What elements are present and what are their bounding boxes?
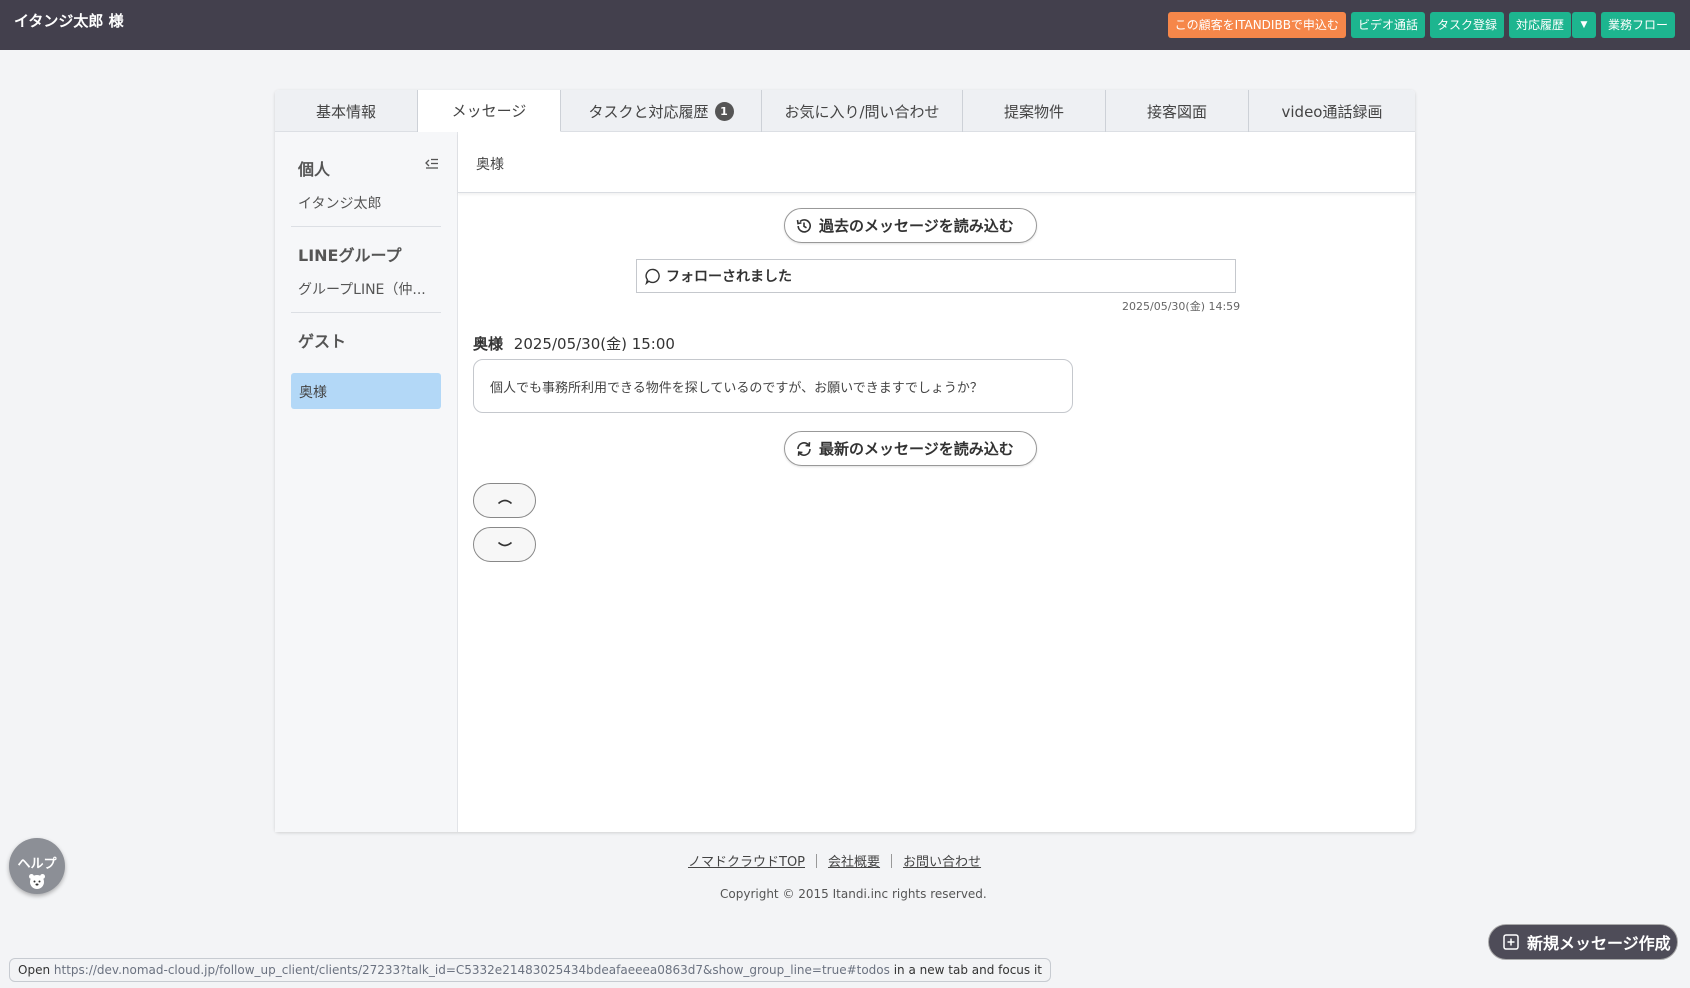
task-register-button[interactable]: タスク登録 [1429, 12, 1504, 38]
message-sender: 奥様 [473, 335, 504, 353]
history-button[interactable]: 対応履歴 [1508, 12, 1571, 38]
guest-heading: ゲスト [298, 332, 347, 351]
tab-label: タスクと対応履歴 [588, 102, 709, 121]
history-icon [796, 218, 811, 233]
help-button[interactable]: ヘルプ [9, 838, 65, 894]
scroll-up-button[interactable] [473, 483, 536, 518]
video-call-button[interactable]: ビデオ通話 [1350, 12, 1425, 38]
history-split-button: 対応履歴 ▼ [1508, 12, 1596, 38]
footer-links: ノマドクラウドTOP 会社概要 お問い合わせ [688, 851, 981, 870]
customer-card: 基本情報 メッセージ タスクと対応履歴 1 お気に入り/問い合わせ 提案物件 接客… [275, 90, 1415, 832]
message-text: 個人でも事務所利用できる物件を探しているのですが、お願いできますでしょうか？ [490, 381, 983, 396]
message-timestamp: 2025/05/30(金) 15:00 [513, 335, 675, 353]
footer-link-nomad-top[interactable]: ノマドクラウドTOP [688, 851, 805, 870]
status-prefix: Open [18, 963, 51, 977]
tab-bar: 基本情報 メッセージ タスクと対応履歴 1 お気に入り/問い合わせ 提案物件 接客… [275, 90, 1415, 132]
chat-bubble-icon [645, 268, 660, 285]
chevron-up-icon [497, 499, 512, 504]
footer-link-company[interactable]: 会社概要 [828, 851, 880, 870]
chevron-down-icon [497, 541, 512, 546]
customer-name: イタンジ太郎 様 [14, 12, 124, 30]
tab-messages[interactable]: メッセージ [418, 90, 561, 132]
caret-down-icon: ▼ [1580, 20, 1588, 30]
workflow-button[interactable]: 業務フロー [1600, 12, 1675, 38]
tab-label: 基本情報 [315, 102, 376, 121]
personal-heading: 個人 [298, 160, 331, 179]
follow-event: フォローされました [636, 259, 1236, 293]
status-url: https://dev.nomad-cloud.jp/follow_up_cli… [53, 963, 890, 977]
scroll-down-button[interactable] [473, 527, 536, 562]
tab-label: 提案物件 [1003, 102, 1064, 121]
message-meta: 奥様 2025/05/30(金) 15:00 [473, 333, 675, 354]
footer-link-contact[interactable]: お問い合わせ [903, 851, 981, 870]
help-label: ヘルプ [17, 857, 57, 872]
conversation-header: 奥様 [458, 132, 1415, 193]
tab-proposed-properties[interactable]: 提案物件 [963, 90, 1106, 132]
footer-separator [816, 853, 818, 868]
follow-event-text: フォローされました [666, 269, 792, 285]
new-message-label: 新規メッセージ作成 [1527, 936, 1671, 953]
tab-video-recordings[interactable]: video通話録画 [1249, 90, 1415, 132]
follow-event-timestamp: 2025/05/30(金) 14:59 [1122, 300, 1241, 313]
conversation-title: 奥様 [476, 157, 504, 173]
add-square-icon [1503, 934, 1519, 950]
footer-separator [891, 853, 893, 868]
line-group-heading: LINEグループ [298, 246, 402, 265]
sidebar-item-line-group[interactable]: グループLINE（仲... [298, 279, 433, 299]
load-older-label: 過去のメッセージを読み込む [819, 218, 1014, 235]
load-newer-messages-button[interactable]: 最新のメッセージを読み込む [784, 431, 1037, 466]
copyright: Copyright © 2015 Itandi.inc rights reser… [720, 887, 987, 901]
tab-label: video通話録画 [1281, 102, 1383, 121]
top-header: イタンジ太郎 様 この顧客をITANDIBBで申込む ビデオ通話 タスク登録 対… [0, 0, 1690, 50]
tab-service-drawings[interactable]: 接客図面 [1106, 90, 1249, 132]
tab-label: お気に入り/問い合わせ [784, 102, 940, 121]
status-suffix: in a new tab and focus it [893, 963, 1043, 977]
sidebar-item-personal[interactable]: イタンジ太郎 [298, 193, 433, 213]
history-dropdown-button[interactable]: ▼ [1571, 12, 1596, 38]
tab-label: 接客図面 [1146, 102, 1207, 121]
message-bubble: 個人でも事務所利用できる物件を探しているのですが、お願いできますでしょうか？ [473, 359, 1073, 413]
link-status-tooltip: Open https://dev.nomad-cloud.jp/follow_u… [9, 958, 1052, 982]
load-older-messages-button[interactable]: 過去のメッセージを読み込む [784, 208, 1037, 243]
talk-sidebar: 個人 イタンジ太郎 LINEグループ グループLINE（仲... ゲスト 奥様 [275, 132, 458, 832]
sidebar-item-guest[interactable]: 奥様 [291, 373, 441, 409]
mascot-icon [29, 874, 45, 889]
collapse-sidebar-icon[interactable] [425, 158, 439, 170]
tab-basic-info[interactable]: 基本情報 [275, 90, 418, 132]
conversation-panel: 奥様 過去のメッセージを読み込む フォローされました 2025/05/30(金)… [458, 132, 1415, 832]
header-actions: この顧客をITANDIBBで申込む ビデオ通話 タスク登録 対応履歴 ▼ 業務フ… [1167, 12, 1675, 38]
apply-itandibb-button[interactable]: この顧客をITANDIBBで申込む [1167, 12, 1346, 38]
tab-tasks-history[interactable]: タスクと対応履歴 1 [561, 90, 762, 132]
new-message-button[interactable]: 新規メッセージ作成 [1488, 924, 1678, 960]
tab-favorites-inquiries[interactable]: お気に入り/問い合わせ [762, 90, 963, 132]
tab-count-badge: 1 [714, 101, 734, 121]
sidebar-divider [291, 226, 441, 227]
sidebar-divider [291, 312, 441, 313]
load-newer-label: 最新のメッセージを読み込む [819, 441, 1014, 458]
refresh-icon [797, 441, 811, 456]
tab-label: メッセージ [451, 102, 527, 120]
